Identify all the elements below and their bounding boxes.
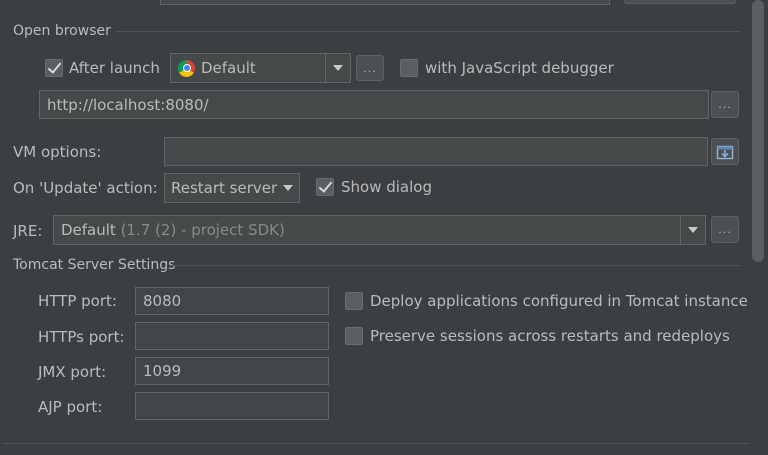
- open-browser-separator: [116, 31, 740, 32]
- vm-options-input[interactable]: [164, 137, 708, 166]
- expand-editor-icon: [716, 145, 734, 159]
- chrome-icon: [178, 59, 195, 77]
- deploy-apps-checkbox[interactable]: [345, 292, 363, 310]
- show-dialog-checkbox[interactable]: [316, 178, 334, 196]
- chevron-down-icon: [333, 65, 343, 71]
- jre-select-hint: (1.7 (2) - project SDK): [115, 221, 285, 239]
- https-port-label: HTTPs port:: [38, 328, 125, 346]
- chevron-down-icon: [688, 227, 698, 233]
- ajp-port-label: AJP port:: [38, 398, 103, 416]
- top-partial-button[interactable]: [624, 0, 736, 4]
- preserve-sessions-checkbox[interactable]: [345, 327, 363, 345]
- browser-url-input[interactable]: http://localhost:8080/: [39, 90, 709, 119]
- vm-options-label: VM options:: [13, 143, 102, 161]
- jre-label: JRE:: [13, 222, 43, 240]
- jmx-port-input[interactable]: 1099: [135, 357, 329, 385]
- js-debugger-checkbox[interactable]: [400, 59, 418, 77]
- top-partial-field[interactable]: [160, 0, 610, 5]
- http-port-label: HTTP port:: [38, 292, 117, 310]
- chevron-down-icon: [283, 185, 293, 191]
- browser-select-value: Default: [201, 59, 256, 77]
- jre-select-value: Default: [61, 221, 116, 239]
- on-update-select-value: Restart server: [171, 179, 278, 197]
- deploy-apps-label: Deploy applications configured in Tomcat…: [370, 292, 748, 310]
- on-update-select[interactable]: Restart server: [164, 173, 300, 203]
- https-port-input[interactable]: [135, 322, 329, 350]
- http-port-input[interactable]: 8080: [135, 287, 329, 315]
- on-update-label: On 'Update' action:: [13, 179, 158, 197]
- jmx-port-label: JMX port:: [38, 363, 107, 381]
- jre-select-arrow[interactable]: [680, 216, 705, 244]
- after-launch-label: After launch: [69, 59, 160, 77]
- preserve-sessions-label: Preserve sessions across restarts and re…: [370, 327, 730, 345]
- tomcat-settings-title: Tomcat Server Settings: [13, 257, 176, 273]
- browser-select[interactable]: Default: [170, 53, 351, 83]
- scrollbar-thumb[interactable]: [752, 0, 764, 262]
- on-update-select-arrow[interactable]: [277, 174, 299, 202]
- bottom-panel: [0, 444, 768, 455]
- url-more-button[interactable]: ...: [711, 91, 739, 118]
- jre-select[interactable]: Default (1.7 (2) - project SDK): [53, 215, 706, 245]
- browser-select-arrow[interactable]: [325, 54, 350, 82]
- after-launch-checkbox[interactable]: [45, 59, 63, 77]
- ajp-port-input[interactable]: [135, 392, 329, 420]
- show-dialog-label: Show dialog: [341, 178, 432, 196]
- jre-more-button[interactable]: ...: [711, 216, 739, 243]
- vm-options-expand-button[interactable]: [711, 138, 739, 165]
- tomcat-settings-separator: [172, 265, 740, 266]
- open-browser-title: Open browser: [13, 23, 111, 39]
- browser-more-button[interactable]: ...: [356, 55, 384, 81]
- js-debugger-label: with JavaScript debugger: [425, 59, 614, 77]
